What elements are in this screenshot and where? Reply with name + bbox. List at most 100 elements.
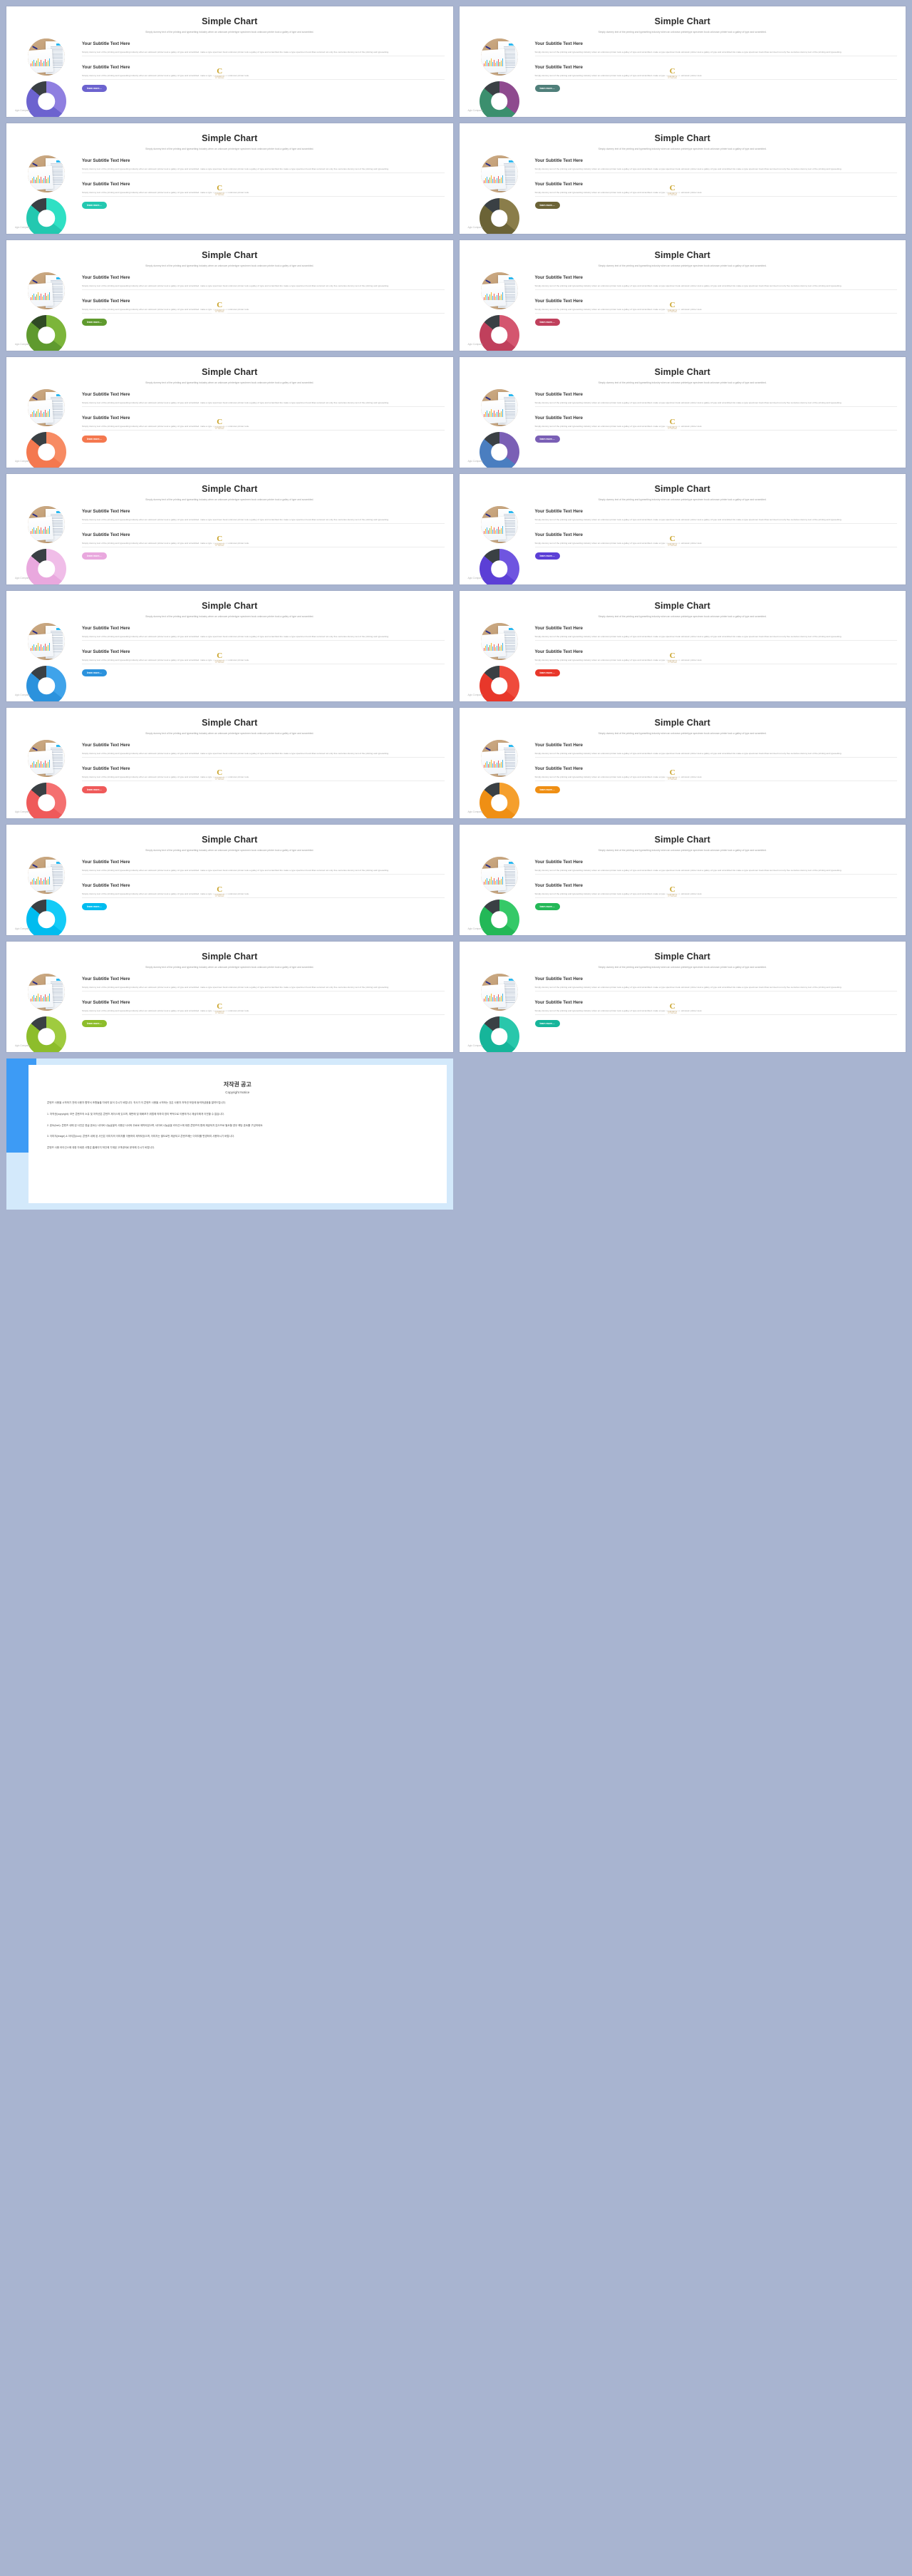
learn-more-button[interactable]: learn more....	[534, 552, 560, 560]
divider	[82, 897, 445, 898]
block-paragraph: Simply dummy text of the printing and ty…	[534, 634, 842, 638]
block-paragraph: Simply dummy text of the printing and ty…	[534, 892, 703, 895]
page-title: Simple Chart	[202, 133, 258, 143]
page-subtitle: Simply dummy text of the printing and ty…	[145, 615, 314, 618]
donut-chart	[26, 198, 66, 234]
slide-thumbnail[interactable]: Simple Chart Simply dummy text of the pr…	[459, 942, 906, 1052]
divider	[534, 312, 897, 314]
learn-more-button[interactable]: learn more....	[534, 201, 560, 209]
chart-photo-image	[28, 272, 65, 310]
page-title: Simple Chart	[202, 367, 258, 377]
learn-more-button[interactable]: learn more....	[82, 785, 108, 793]
block-heading: Your Subtitle Text Here	[534, 860, 584, 865]
learn-more-button[interactable]: learn more....	[534, 785, 560, 793]
block-heading: Your Subtitle Text Here	[534, 743, 584, 748]
slide-footer: Agio Company	[467, 927, 483, 930]
slide-thumbnail[interactable]: Simple Chart Simply dummy text of the pr…	[459, 591, 906, 701]
donut-chart	[26, 900, 66, 935]
page-subtitle: Simply dummy text of the printing and ty…	[598, 966, 767, 969]
slide-thumbnail[interactable]: Simple Chart Simply dummy text of the pr…	[6, 708, 453, 818]
block-heading: Your Subtitle Text Here	[82, 532, 130, 538]
chart-photo-image	[480, 740, 518, 778]
slide-thumbnail[interactable]: Simple Chart Simply dummy text of the pr…	[459, 708, 906, 818]
slide-thumbnail[interactable]: Simple Chart Simply dummy text of the pr…	[6, 591, 453, 701]
learn-more-button[interactable]: learn more....	[82, 318, 108, 326]
donut-chart	[479, 549, 519, 584]
block-heading: Your Subtitle Text Here	[534, 416, 584, 421]
slide-thumbnail[interactable]: Simple Chart Simply dummy text of the pr…	[459, 6, 906, 117]
block-paragraph: Simply dummy text of the printing and ty…	[82, 167, 389, 170]
slide-footer: Agio Company	[15, 226, 30, 229]
slide-footer: Agio Company	[467, 343, 483, 346]
block-paragraph: Simply dummy text of the printing and ty…	[534, 775, 703, 778]
slide-thumbnail[interactable]: Simple Chart Simply dummy text of the pr…	[6, 240, 453, 351]
block-paragraph: Simply dummy text of the printing and ty…	[82, 50, 389, 53]
slide-thumbnail[interactable]: Simple Chart Simply dummy text of the pr…	[459, 474, 906, 584]
copyright-page: 저작권 공고 Copyright Notice 콘텐츠 사용을 시작하기 전에 …	[28, 1065, 447, 1203]
slide-thumbnail[interactable]: Simple Chart Simply dummy text of the pr…	[459, 240, 906, 351]
block-paragraph: Simply dummy text of the printing and ty…	[534, 401, 842, 404]
chart-photo-image	[28, 38, 65, 76]
chart-photo-image	[28, 857, 65, 895]
page-title: Simple Chart	[654, 718, 710, 728]
donut-chart	[479, 783, 519, 818]
divider	[82, 429, 445, 431]
page-subtitle: Simply dummy text of the printing and ty…	[598, 381, 767, 384]
slide-thumbnail[interactable]: Simple Chart Simply dummy text of the pr…	[6, 6, 453, 117]
donut-chart	[26, 783, 66, 818]
page-title: Simple Chart	[654, 133, 710, 143]
page-title: Simple Chart	[654, 250, 710, 260]
donut-chart	[26, 81, 66, 117]
learn-more-button[interactable]: learn more....	[82, 902, 108, 910]
page-title: Simple Chart	[202, 601, 258, 611]
learn-more-button[interactable]: learn more....	[82, 1019, 108, 1027]
slide-thumbnail[interactable]: Simple Chart Simply dummy text of the pr…	[459, 123, 906, 234]
donut-chart	[479, 1016, 519, 1052]
learn-more-button[interactable]: learn more....	[82, 435, 108, 443]
block-paragraph: Simply dummy text of the printing and ty…	[82, 401, 389, 404]
page-title: Simple Chart	[654, 367, 710, 377]
block-heading: Your Subtitle Text Here	[534, 766, 584, 772]
block-paragraph: Simply dummy text of the printing and ty…	[82, 751, 389, 755]
donut-chart	[479, 81, 519, 117]
learn-more-button[interactable]: learn more....	[534, 1019, 560, 1027]
slide-thumbnail[interactable]: Simple Chart Simply dummy text of the pr…	[459, 357, 906, 468]
copyright-slide[interactable]: 저작권 공고 Copyright Notice 콘텐츠 사용을 시작하기 전에 …	[6, 1058, 453, 1210]
page-subtitle: Simply dummy text of the printing and ty…	[145, 31, 314, 34]
page-subtitle: Simply dummy text of the printing and ty…	[598, 732, 767, 735]
slide-thumbnail[interactable]: Simple Chart Simply dummy text of the pr…	[6, 825, 453, 935]
page-subtitle: Simply dummy text of the printing and ty…	[598, 264, 767, 267]
learn-more-button[interactable]: learn more....	[534, 84, 560, 92]
learn-more-button[interactable]: learn more....	[82, 201, 108, 209]
chart-photo-image	[480, 506, 518, 544]
learn-more-button[interactable]: learn more....	[534, 669, 560, 676]
page-subtitle: Simply dummy text of the printing and ty…	[145, 498, 314, 501]
block-heading: Your Subtitle Text Here	[534, 275, 584, 281]
slide-thumbnail[interactable]: Simple Chart Simply dummy text of the pr…	[6, 123, 453, 234]
divider	[82, 172, 445, 174]
slide-footer: Agio Company	[15, 343, 30, 346]
block-paragraph: Simply dummy text of the printing and ty…	[82, 985, 389, 989]
divider	[82, 406, 445, 408]
slide-footer: Agio Company	[467, 694, 483, 696]
slide-thumbnail[interactable]: Simple Chart Simply dummy text of the pr…	[6, 474, 453, 584]
slide-thumbnail[interactable]: Simple Chart Simply dummy text of the pr…	[6, 942, 453, 1052]
learn-more-button[interactable]: learn more....	[534, 318, 560, 326]
learn-more-button[interactable]: learn more....	[82, 669, 108, 676]
learn-more-button[interactable]: learn more....	[82, 552, 108, 560]
block-heading: Your Subtitle Text Here	[82, 275, 130, 281]
block-paragraph: Simply dummy text of the printing and ty…	[534, 751, 842, 755]
page-subtitle: Simply dummy text of the printing and ty…	[145, 381, 314, 384]
learn-more-button[interactable]: learn more....	[534, 435, 560, 443]
learn-more-button[interactable]: learn more....	[534, 902, 560, 910]
copyright-subtitle: Copyright Notice	[225, 1091, 250, 1094]
divider	[82, 874, 445, 875]
learn-more-button[interactable]: learn more....	[82, 84, 108, 92]
slide-footer: Agio Company	[15, 460, 30, 463]
block-heading: Your Subtitle Text Here	[82, 41, 130, 47]
slide-thumbnail[interactable]: Simple Chart Simply dummy text of the pr…	[459, 825, 906, 935]
slide-thumbnail[interactable]: Simple Chart Simply dummy text of the pr…	[6, 357, 453, 468]
block-heading: Your Subtitle Text Here	[534, 883, 584, 889]
donut-chart	[26, 549, 66, 584]
chart-photo-image	[28, 623, 65, 661]
